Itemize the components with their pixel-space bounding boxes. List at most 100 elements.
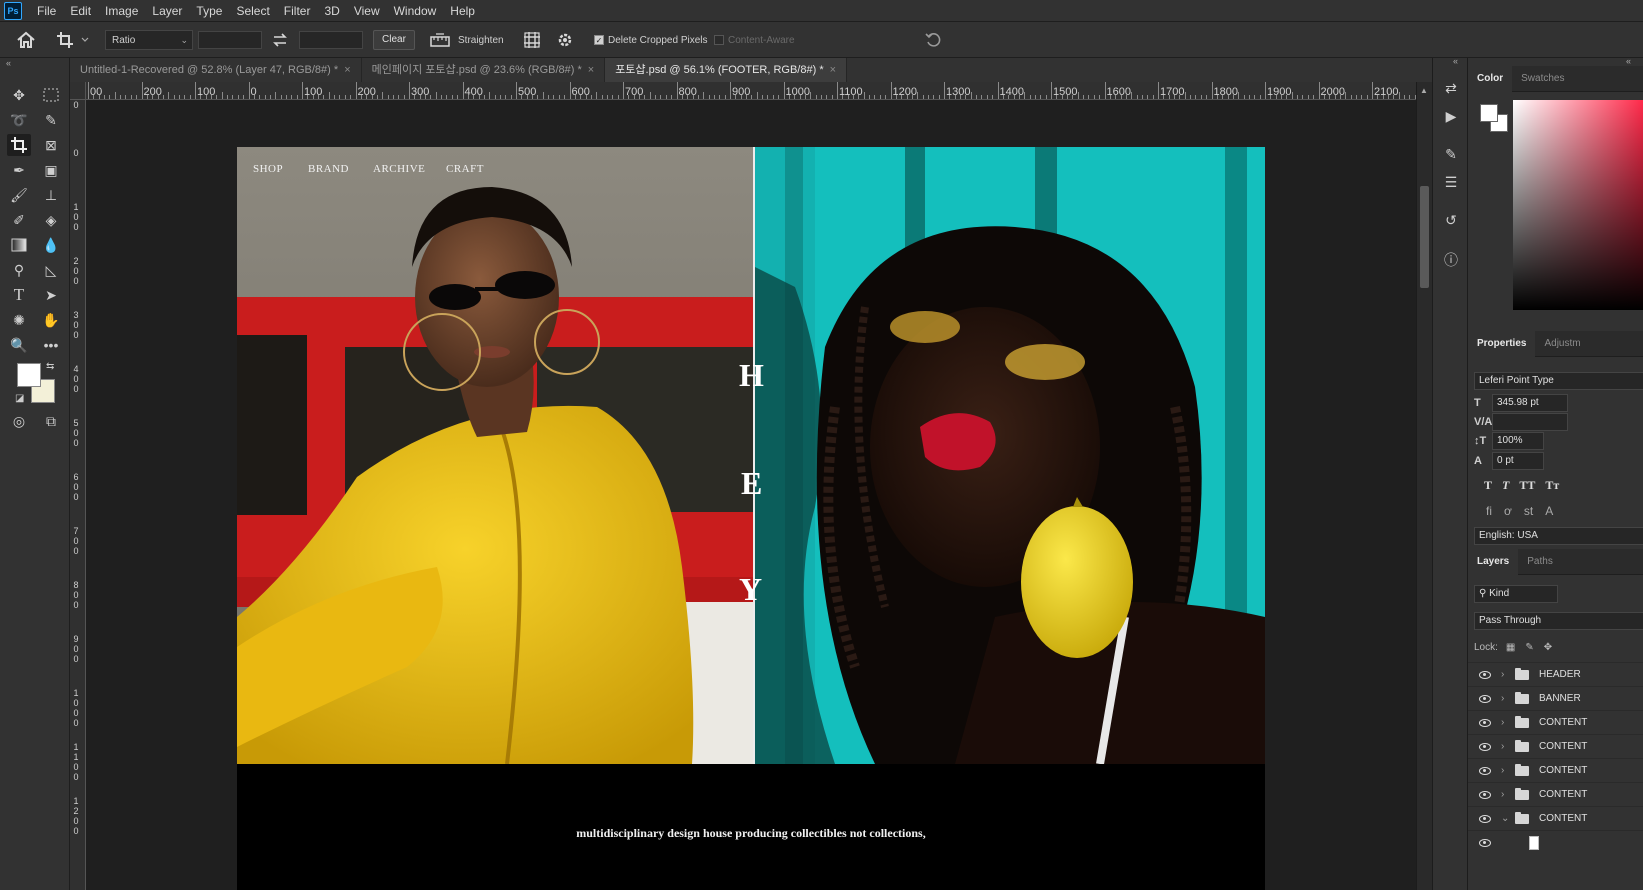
document-canvas[interactable]: SHOP BRAND ARCHIVE CRAFT H E Y multidisc… — [237, 147, 1265, 890]
more-tools-icon[interactable]: ••• — [39, 334, 63, 356]
gradient-tool-icon[interactable] — [7, 234, 31, 256]
horizontal-ruler[interactable]: 00 200 100 0 100 200 300 400 500 600 700 800 900 1000… — [86, 82, 1432, 100]
visibility-eye-icon[interactable] — [1479, 670, 1491, 679]
crop-tool-preset-icon[interactable] — [56, 30, 90, 50]
shape-tool-icon[interactable]: ✺ — [7, 309, 31, 331]
history-undo-icon[interactable]: ↺ — [1439, 208, 1463, 232]
layer-row[interactable]: › HEADER — [1468, 662, 1643, 686]
zoom-tool-icon[interactable]: 🔍 — [7, 334, 31, 356]
stylistic-alternates-icon[interactable]: A — [1545, 504, 1553, 518]
all-caps-icon[interactable]: TT — [1519, 478, 1535, 493]
menu-3d[interactable]: 3D — [317, 0, 346, 22]
blend-mode-select[interactable]: Pass Through — [1474, 612, 1643, 630]
chevron-right-icon[interactable]: › — [1501, 765, 1509, 776]
stamp-tool-icon[interactable]: ⊥ — [39, 184, 63, 206]
brush-settings-icon[interactable]: ✎ — [1439, 142, 1463, 166]
swash-icon[interactable]: st — [1524, 504, 1533, 518]
lock-position-icon[interactable]: ✥ — [1544, 642, 1552, 653]
brush-tool-icon[interactable]: 🖌 — [7, 184, 31, 206]
language-select[interactable]: English: USA — [1474, 527, 1643, 545]
quick-mask-icon[interactable]: ◎ — [7, 410, 31, 432]
menu-window[interactable]: Window — [387, 0, 444, 22]
color-picker-field[interactable] — [1513, 100, 1643, 310]
close-icon[interactable]: × — [588, 64, 594, 76]
default-colors-icon[interactable]: ◪ — [15, 393, 24, 404]
marquee-tool-icon[interactable] — [39, 84, 63, 106]
delete-cropped-checkbox[interactable]: ✓ Delete Cropped Pixels — [594, 30, 708, 50]
gear-icon[interactable] — [556, 30, 574, 50]
layer-row[interactable]: ⌄ CONTENT — [1468, 806, 1643, 830]
tab-document-1[interactable]: Untitled-1-Recovered @ 52.8% (Layer 47, … — [70, 58, 362, 82]
grid-overlay-icon[interactable] — [523, 30, 541, 50]
reset-icon[interactable] — [925, 30, 943, 50]
hand-tool-icon[interactable]: ✋ — [39, 309, 63, 331]
visibility-eye-icon[interactable] — [1479, 838, 1491, 847]
crop-tool-icon[interactable] — [7, 134, 31, 156]
lock-transparent-icon[interactable]: ▦ — [1506, 642, 1515, 653]
frame-tool-icon[interactable]: ⊠ — [39, 134, 63, 156]
canvas-workspace[interactable]: SHOP BRAND ARCHIVE CRAFT H E Y multidisc… — [86, 100, 1416, 890]
menu-help[interactable]: Help — [443, 0, 482, 22]
dodge-tool-icon[interactable]: ⚲ — [7, 259, 31, 281]
layer-row[interactable]: › CONTENT — [1468, 782, 1643, 806]
clear-button[interactable]: Clear — [373, 30, 415, 50]
visibility-eye-icon[interactable] — [1479, 718, 1491, 727]
layer-row[interactable]: › BANNER — [1468, 686, 1643, 710]
content-aware-checkbox[interactable]: Content-Aware — [714, 30, 795, 50]
baseline-control[interactable]: A 0 pt — [1474, 452, 1544, 470]
chevron-down-icon[interactable]: ⌄ — [1501, 813, 1509, 824]
blur-tool-icon[interactable]: 💧 — [39, 234, 63, 256]
swap-icon[interactable] — [272, 30, 288, 50]
ligatures-icon[interactable]: ﬁ — [1486, 504, 1492, 518]
vertical-ruler[interactable]: 0 0 100 200 300 400 500 600 700 800 900 1000 1100 120… — [70, 100, 86, 890]
patch-tool-icon[interactable]: ▣ — [39, 159, 63, 181]
ratio-height-input[interactable] — [299, 31, 363, 49]
chevron-right-icon[interactable]: › — [1501, 693, 1509, 704]
chevron-right-icon[interactable]: › — [1501, 789, 1509, 800]
ratio-width-input[interactable] — [198, 31, 262, 49]
type-tool-icon[interactable]: T — [7, 284, 31, 306]
kerning-control[interactable]: V/A — [1474, 413, 1568, 431]
menu-image[interactable]: Image — [98, 0, 145, 22]
visibility-eye-icon[interactable] — [1479, 814, 1491, 823]
history-icon[interactable]: ⇄ — [1439, 76, 1463, 100]
straighten-control[interactable]: Straighten — [430, 30, 504, 50]
eraser-tool-icon[interactable]: ◈ — [39, 209, 63, 231]
home-icon[interactable] — [16, 30, 36, 50]
menu-file[interactable]: File — [30, 0, 63, 22]
scrollbar-thumb[interactable] — [1420, 186, 1429, 288]
close-icon[interactable]: × — [830, 64, 836, 76]
screen-mode-icon[interactable]: ⧉ — [39, 410, 63, 432]
vertical-scrollbar[interactable]: ▲ — [1416, 82, 1432, 890]
tab-properties[interactable]: Properties — [1468, 330, 1536, 357]
quick-select-tool-icon[interactable]: ✎ — [39, 109, 63, 131]
foreground-color-swatch[interactable] — [17, 363, 41, 387]
eyedropper-tool-icon[interactable]: ✒ — [7, 159, 31, 181]
actions-play-icon[interactable]: ▶ — [1439, 104, 1463, 128]
tab-document-2[interactable]: 메인페이지 포토샵.psd @ 23.6% (RGB/8#) * × — [362, 58, 606, 82]
layer-row[interactable]: › CONTENT — [1468, 758, 1643, 782]
ratio-select[interactable]: Ratio ⌄ — [105, 30, 193, 50]
layer-kind-filter[interactable]: ⚲ Kind — [1474, 585, 1558, 603]
chevron-right-icon[interactable]: › — [1501, 741, 1509, 752]
small-caps-icon[interactable]: Tт — [1545, 478, 1559, 493]
tab-document-3[interactable]: 포토샵.psd @ 56.1% (FOOTER, RGB/8#) * × — [605, 58, 848, 82]
history-brush-tool-icon[interactable]: ✐ — [7, 209, 31, 231]
menu-view[interactable]: View — [347, 0, 387, 22]
leading-control[interactable]: ↕T 100% — [1474, 432, 1544, 450]
visibility-eye-icon[interactable] — [1479, 742, 1491, 751]
collapse-icon[interactable]: « — [6, 58, 11, 68]
discretionary-ligatures-icon[interactable]: ơ — [1504, 504, 1512, 518]
swap-colors-icon[interactable]: ⇆ — [46, 361, 54, 372]
lock-pixels-icon[interactable]: ✎ — [1525, 642, 1533, 653]
adjustments-sliders-icon[interactable]: ☰ — [1439, 170, 1463, 194]
tab-paths[interactable]: Paths — [1518, 549, 1562, 575]
menu-edit[interactable]: Edit — [63, 0, 98, 22]
tab-layers[interactable]: Layers — [1468, 548, 1519, 575]
menu-type[interactable]: Type — [189, 0, 229, 22]
layer-row[interactable]: › CONTENT — [1468, 710, 1643, 734]
move-tool-icon[interactable]: ✥ — [7, 84, 31, 106]
path-selection-tool-icon[interactable]: ➤ — [39, 284, 63, 306]
scroll-up-icon[interactable]: ▲ — [1420, 86, 1428, 95]
visibility-eye-icon[interactable] — [1479, 790, 1491, 799]
